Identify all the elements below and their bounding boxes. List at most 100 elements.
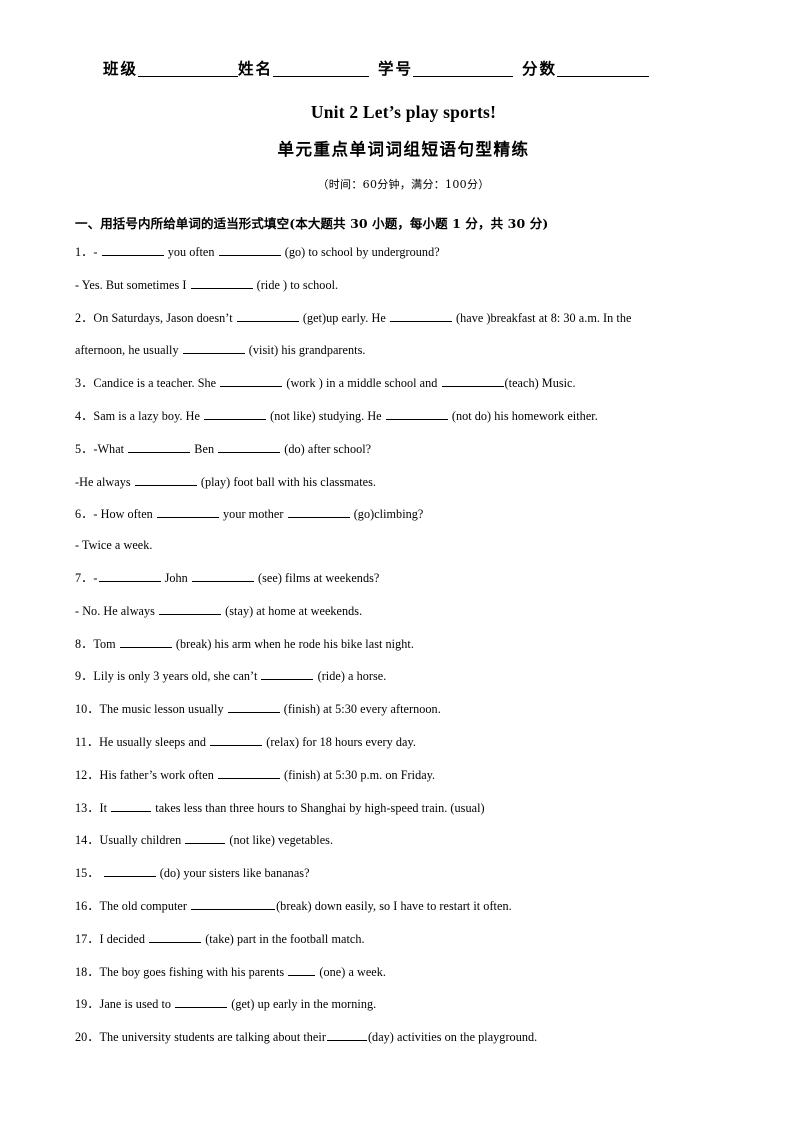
- id-label-score: 分数: [522, 59, 558, 78]
- answer-blank[interactable]: [204, 408, 267, 421]
- answer-blank[interactable]: [220, 375, 283, 388]
- question-text: -What: [93, 441, 128, 456]
- question-number: 11．: [75, 735, 100, 749]
- question-text: -: [93, 245, 101, 260]
- question-text: It: [99, 800, 111, 815]
- question-line: 12．His father’s work often (finish) at 5…: [75, 767, 732, 781]
- answer-blank[interactable]: [159, 603, 222, 615]
- question-text: (take) part in the football match.: [202, 931, 365, 946]
- answer-blank[interactable]: [210, 734, 263, 746]
- answer-blank[interactable]: [103, 865, 156, 878]
- answer-blank[interactable]: [441, 375, 504, 388]
- question-text: (not like) studying. He: [267, 409, 385, 424]
- answer-blank[interactable]: [190, 277, 253, 289]
- answer-blank[interactable]: [288, 964, 316, 976]
- question-text: (get) up early in the morning.: [228, 997, 377, 1012]
- question-text: - How often: [93, 507, 156, 522]
- question-text: afternoon, he usually: [75, 343, 182, 358]
- question-text: The boy goes fishing with his parents: [99, 964, 288, 979]
- question-text: (do) your sisters like bananas?: [156, 866, 310, 881]
- question-text: (go)climbing?: [350, 507, 424, 522]
- answer-blank[interactable]: [185, 832, 226, 845]
- question-text: Lily is only 3 years old, she can’t: [93, 669, 261, 684]
- question-text: Candice is a teacher. She: [93, 376, 220, 391]
- question-text: (break) his arm when he rode his bike la…: [172, 636, 414, 651]
- question-number: 19．: [75, 997, 100, 1012]
- question-text: (not do) his homework either.: [448, 409, 598, 424]
- question-line: 16．The old computer (break) down easily,…: [75, 898, 732, 912]
- question-text: your mother: [219, 507, 287, 522]
- question-text: (go) to school by underground?: [281, 245, 440, 260]
- question-text: - Twice a week.: [75, 538, 153, 553]
- answer-blank[interactable]: [101, 244, 164, 257]
- question-text: (one) a week.: [316, 964, 387, 979]
- question-text: Tom: [93, 636, 119, 651]
- id-blank-score[interactable]: [557, 63, 650, 78]
- answer-blank[interactable]: [98, 570, 161, 583]
- answer-blank[interactable]: [385, 408, 448, 421]
- question-line: 7．- John (see) films at weekends?: [75, 570, 732, 584]
- question-line: 2．On Saturdays, Jason doesn’t (get)up ea…: [75, 310, 732, 324]
- question-text: (finish) at 5:30 every afternoon.: [280, 702, 441, 717]
- answer-blank[interactable]: [236, 310, 299, 322]
- question-text: (visit) his grandparents.: [245, 343, 366, 358]
- question-number: 4．: [75, 409, 94, 424]
- question-line: 11．He usually sleeps and (relax) for 18 …: [75, 734, 732, 748]
- answer-blank[interactable]: [261, 668, 314, 681]
- question-line: 8．Tom (break) his arm when he rode his b…: [75, 636, 732, 650]
- question-text: (relax) for 18 hours every day.: [263, 735, 416, 749]
- answer-blank[interactable]: [128, 441, 191, 453]
- answer-blank[interactable]: [182, 342, 245, 355]
- question-text: Ben: [191, 441, 218, 456]
- question-text: - Yes. But sometimes I: [75, 277, 190, 292]
- question-number: 7．: [75, 571, 94, 586]
- answer-blank[interactable]: [389, 310, 452, 322]
- answer-blank[interactable]: [217, 767, 280, 779]
- question-line: 6．- How often your mother (go)climbing?: [75, 506, 732, 520]
- id-blank-number[interactable]: [413, 63, 514, 78]
- id-blank-name[interactable]: [273, 63, 370, 78]
- question-text: The old computer: [99, 898, 191, 913]
- question-text: (do) after school?: [281, 441, 372, 456]
- question-text: (ride ) to school.: [253, 277, 339, 292]
- question-number: 2．: [75, 310, 94, 325]
- answer-blank[interactable]: [227, 701, 280, 714]
- answer-blank[interactable]: [149, 931, 202, 943]
- question-line: 15． (do) your sisters like bananas?: [75, 865, 732, 879]
- section-heading: 一、用括号内所给单词的适当形式填空(本大题共 30 小题，每小题 1 分，共 3…: [75, 216, 549, 232]
- answer-blank[interactable]: [218, 441, 281, 453]
- question-text: (see) films at weekends?: [254, 571, 380, 586]
- student-identity-line: 班级 姓名 学号 分数: [103, 60, 732, 77]
- question-number: 13．: [75, 800, 100, 815]
- title-chinese: 单元重点单词词组短语句型精练: [277, 140, 530, 160]
- answer-blank[interactable]: [191, 898, 276, 910]
- id-label-class: 班级: [103, 59, 139, 78]
- id-label-name: 姓名: [238, 59, 274, 78]
- question-text: (work ) in a middle school and: [283, 376, 441, 391]
- answer-blank[interactable]: [111, 800, 152, 812]
- answer-blank[interactable]: [175, 996, 228, 1009]
- answer-blank[interactable]: [191, 570, 254, 583]
- question-number: 3．: [75, 376, 94, 391]
- question-text: (ride) a horse.: [314, 669, 387, 684]
- question-line: 5．-What Ben (do) after school?: [75, 441, 732, 455]
- question-line: 17．I decided (take) part in the football…: [75, 931, 732, 945]
- question-number: 12．: [75, 767, 100, 782]
- question-text: (day) activities on the playground.: [367, 1030, 538, 1045]
- exam-info: （时间：60分钟，满分：100分）: [317, 178, 490, 192]
- answer-blank[interactable]: [218, 244, 281, 257]
- question-line: 10．The music lesson usually (finish) at …: [75, 701, 732, 715]
- answer-blank[interactable]: [287, 506, 350, 519]
- answer-blank[interactable]: [134, 474, 197, 486]
- question-line: 18．The boy goes fishing with his parents…: [75, 964, 732, 978]
- id-field-score: 分数: [522, 59, 650, 78]
- id-label-number: 学号: [378, 59, 414, 78]
- id-blank-class[interactable]: [138, 63, 239, 78]
- question-text: (play) foot ball with his classmates.: [197, 474, 377, 489]
- question-line: 13．It takes less than three hours to Sha…: [75, 800, 732, 814]
- answer-blank[interactable]: [326, 1029, 367, 1042]
- question-text: (get)up early. He: [299, 310, 389, 325]
- answer-blank[interactable]: [156, 506, 219, 519]
- answer-blank[interactable]: [119, 636, 172, 648]
- question-line: 20．The university students are talking a…: [75, 1029, 732, 1043]
